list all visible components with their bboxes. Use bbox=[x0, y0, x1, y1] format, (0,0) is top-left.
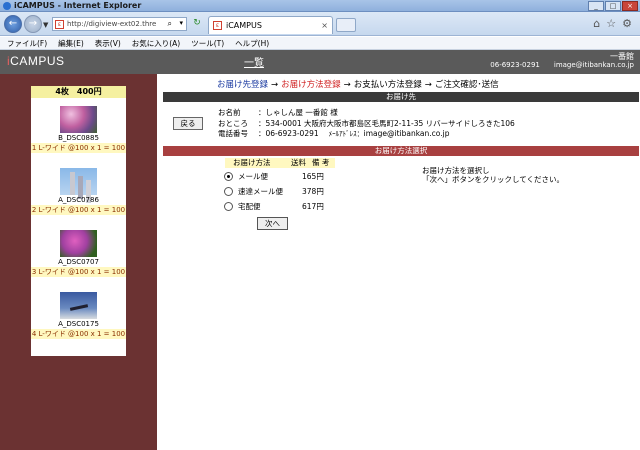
shop-email: image@itibankan.co.jp bbox=[553, 61, 634, 69]
main-content: お届け先登録 → お届け方法登録 → お支払い方法登録 → ご注文確認･送信 お届け先 戻る… bbox=[157, 74, 640, 450]
menu-tools[interactable]: ツール(T) bbox=[191, 37, 224, 49]
step-payment: お支払い方法登録 bbox=[353, 80, 422, 90]
back-arrow-icon[interactable]: ← bbox=[4, 15, 22, 33]
window-title: iCAMPUS - Internet Explorer bbox=[14, 1, 142, 10]
history-dropdown-icon[interactable]: ▼ bbox=[43, 21, 48, 29]
destination-section-title: お届け先 bbox=[163, 92, 639, 102]
menu-view[interactable]: 表示(V) bbox=[95, 37, 121, 49]
recipient-email: image@itibankan.co.jp bbox=[363, 129, 450, 138]
forward-arrow-icon[interactable]: → bbox=[24, 15, 42, 33]
tab-favicon-icon: ε bbox=[213, 21, 222, 30]
browser-tools: ⌂ ☆ ⚙ bbox=[593, 17, 632, 30]
maximize-button[interactable]: □ bbox=[605, 1, 621, 11]
cart-item[interactable]: A_DSC0707 3 L-ワイド @100 x 1 = 100 bbox=[31, 230, 126, 290]
address-dropdown-icon[interactable]: ▾ bbox=[179, 19, 183, 27]
radio-button[interactable] bbox=[224, 187, 233, 196]
cart-item[interactable]: A_DSC0786 2 L-ワイド @100 x 1 = 100 bbox=[31, 168, 126, 228]
list-link[interactable]: 一覧 bbox=[244, 54, 264, 69]
menu-edit[interactable]: 編集(E) bbox=[58, 37, 84, 49]
step-confirm: ご注文確認･送信 bbox=[434, 80, 499, 90]
site-header: iCAMPUS 一覧 一番館 06-6923-0291 image@itiban… bbox=[0, 50, 640, 74]
photo-thumbnail[interactable] bbox=[60, 230, 97, 257]
browser-nav-bar: ← → ▼ ε http://digiview-ext02.thre ⌕ ▾ ↻… bbox=[0, 12, 640, 36]
radio-button[interactable] bbox=[224, 172, 233, 181]
shipping-section-title: お届け方法選択 bbox=[163, 146, 639, 156]
photo-spec: 1 L-ワイド @100 x 1 = 100 bbox=[31, 143, 126, 153]
next-button[interactable]: 次へ bbox=[257, 217, 288, 230]
recipient-address: ：534-0001 大阪府大阪市都島区毛馬町2-11-35 リバーサイドしろきた… bbox=[258, 118, 515, 128]
favorites-star-icon[interactable]: ☆ bbox=[606, 17, 616, 30]
minimize-button[interactable]: _ bbox=[588, 1, 604, 11]
ie-app-icon bbox=[3, 2, 11, 10]
shipping-instructions: お届け方法を選択し 「次へ」ボタンをクリックしてください。 bbox=[422, 166, 565, 184]
step-shipping: お届け方法登録 bbox=[281, 80, 341, 90]
order-steps: お届け先登録 → お届け方法登録 → お支払い方法登録 → ご注文確認･送信 bbox=[217, 80, 499, 90]
site-favicon-icon: ε bbox=[55, 20, 64, 29]
photo-code: A_DSC0786 bbox=[58, 196, 99, 204]
cart-item[interactable]: B_DSC0885 1 L-ワイド @100 x 1 = 100 bbox=[31, 106, 126, 166]
menu-file[interactable]: ファイル(F) bbox=[7, 37, 47, 49]
tools-gear-icon[interactable]: ⚙ bbox=[622, 17, 632, 30]
cart-item[interactable]: A_DSC0175 4 L-ワイド @100 x 1 = 100 bbox=[31, 292, 126, 352]
shipping-table-header: お届け方法 送料 備 考 bbox=[225, 158, 335, 168]
close-window-button[interactable]: × bbox=[622, 1, 638, 11]
back-button[interactable]: 戻る bbox=[173, 117, 203, 130]
photo-code: A_DSC0175 bbox=[58, 320, 99, 328]
shop-phone: 06-6923-0291 bbox=[490, 61, 540, 69]
search-icon[interactable]: ⌕ bbox=[168, 19, 172, 29]
refresh-icon[interactable]: ↻ bbox=[190, 17, 204, 31]
recipient-name: ：しゃしん屋 一番館 様 bbox=[258, 108, 338, 117]
menu-favorites[interactable]: お気に入り(A) bbox=[132, 37, 180, 49]
photo-spec: 3 L-ワイド @100 x 1 = 100 bbox=[31, 267, 126, 277]
menu-help[interactable]: ヘルプ(H) bbox=[235, 37, 269, 49]
sidebar: 4枚 400円 B_DSC0885 1 L-ワイド @100 x 1 = 100… bbox=[0, 74, 157, 450]
window-controls: _ □ × bbox=[588, 1, 638, 11]
cart-summary: 4枚 400円 bbox=[31, 86, 126, 98]
photo-thumbnail[interactable] bbox=[60, 168, 97, 195]
photo-code: A_DSC0707 bbox=[58, 258, 99, 266]
step-destination[interactable]: お届け先登録 bbox=[217, 80, 268, 90]
tab-label: iCAMPUS bbox=[226, 21, 262, 30]
photo-spec: 4 L-ワイド @100 x 1 = 100 bbox=[31, 329, 126, 339]
photo-thumbnail[interactable] bbox=[60, 106, 97, 133]
new-tab-button[interactable] bbox=[336, 18, 356, 32]
window-title-bar: iCAMPUS - Internet Explorer _ □ × bbox=[0, 0, 640, 12]
shop-name: 一番館 bbox=[610, 52, 634, 61]
radio-button[interactable] bbox=[224, 202, 233, 211]
photo-thumbnail[interactable] bbox=[60, 292, 97, 319]
address-url[interactable]: http://digiview-ext02.thre bbox=[67, 20, 167, 28]
menu-bar: ファイル(F) 編集(E) 表示(V) お気に入り(A) ツール(T) ヘルプ(… bbox=[0, 37, 640, 50]
recipient-phone: ：06-6923-0291 bbox=[258, 129, 319, 138]
cart-panel: 4枚 400円 B_DSC0885 1 L-ワイド @100 x 1 = 100… bbox=[31, 86, 126, 356]
home-icon[interactable]: ⌂ bbox=[593, 17, 600, 30]
destination-details: お名前 ：しゃしん屋 一番館 様 おところ ：534-0001 大阪府大阪市都島区毛… bbox=[218, 108, 515, 138]
browser-tab[interactable]: ε iCAMPUS × bbox=[208, 16, 333, 34]
tab-close-icon[interactable]: × bbox=[321, 21, 328, 30]
photo-code: B_DSC0885 bbox=[58, 134, 99, 142]
address-bar[interactable]: ε http://digiview-ext02.thre ⌕ ▾ bbox=[52, 17, 187, 31]
site-logo[interactable]: iCAMPUS bbox=[7, 54, 65, 68]
shop-info: 一番館 06-6923-0291 image@itibankan.co.jp bbox=[490, 52, 634, 70]
photo-spec: 2 L-ワイド @100 x 1 = 100 bbox=[31, 205, 126, 215]
